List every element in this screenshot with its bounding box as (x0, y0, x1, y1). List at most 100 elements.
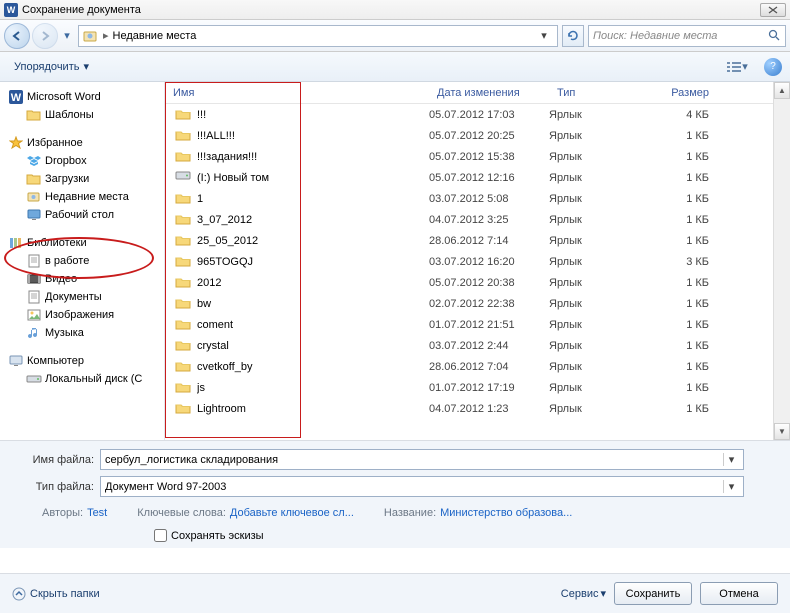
music-icon (26, 326, 42, 340)
col-size[interactable]: Размер (639, 87, 721, 99)
sidebar-favorites[interactable]: Избранное (2, 134, 162, 152)
file-row[interactable]: 201205.07.2012 20:38Ярлык1 КБ (165, 272, 773, 293)
file-row[interactable]: 3_07_201204.07.2012 3:25Ярлык1 КБ (165, 209, 773, 230)
col-date[interactable]: Дата изменения (429, 87, 549, 99)
sidebar-music[interactable]: Музыка (2, 324, 162, 342)
file-row[interactable]: cvetkoff_by28.06.2012 7:04Ярлык1 КБ (165, 356, 773, 377)
file-row[interactable]: Lightroom04.07.2012 1:23Ярлык1 КБ (165, 398, 773, 419)
doc-icon (26, 254, 42, 268)
video-icon (26, 272, 42, 286)
sidebar-inwork[interactable]: в работе (2, 252, 162, 270)
scroll-up[interactable]: ▲ (774, 82, 790, 99)
keywords-label: Ключевые слова: (137, 507, 226, 519)
file-row[interactable]: coment01.07.2012 21:51Ярлык1 КБ (165, 314, 773, 335)
file-row[interactable]: !!!05.07.2012 17:03Ярлык4 КБ (165, 104, 773, 125)
filename-label: Имя файла: (14, 454, 100, 466)
file-row[interactable]: !!!задания!!!05.07.2012 15:38Ярлык1 КБ (165, 146, 773, 167)
title-value[interactable]: Министерство образова... (440, 507, 572, 519)
sidebar-desktop[interactable]: Рабочий стол (2, 206, 162, 224)
scroll-down[interactable]: ▼ (774, 423, 790, 440)
history-dropdown[interactable]: ▾ (60, 23, 74, 49)
file-name: bw (197, 298, 429, 310)
help-button[interactable]: ? (764, 58, 782, 76)
forward-button[interactable] (32, 23, 58, 49)
sidebar-documents[interactable]: Документы (2, 288, 162, 306)
file-row[interactable]: !!!ALL!!!05.07.2012 20:25Ярлык1 КБ (165, 125, 773, 146)
filename-input[interactable]: сербул_логистика складирования ▾ (100, 449, 744, 470)
sidebar-downloads[interactable]: Загрузки (2, 170, 162, 188)
sidebar-word[interactable]: WMicrosoft Word (2, 88, 162, 106)
folder-icon (175, 359, 193, 375)
sidebar-computer[interactable]: Компьютер (2, 352, 162, 370)
file-row[interactable]: bw02.07.2012 22:38Ярлык1 КБ (165, 293, 773, 314)
sidebar-images[interactable]: Изображения (2, 306, 162, 324)
file-name: 1 (197, 193, 429, 205)
libraries-icon (8, 236, 24, 250)
sidebar-libraries[interactable]: Библиотеки (2, 234, 162, 252)
sidebar-dropbox[interactable]: Dropbox (2, 152, 162, 170)
file-size: 1 КБ (639, 130, 721, 142)
folder-icon (175, 338, 193, 354)
sidebar-video[interactable]: Видео (2, 270, 162, 288)
tools-menu[interactable]: Сервис ▾ (561, 587, 606, 600)
save-button[interactable]: Сохранить (614, 582, 692, 605)
file-row[interactable]: 965TOGQJ03.07.2012 16:20Ярлык3 КБ (165, 251, 773, 272)
col-type[interactable]: Тип (549, 87, 639, 99)
filetype-input[interactable]: Документ Word 97-2003 ▾ (100, 476, 744, 497)
folder-icon (175, 149, 193, 165)
cancel-button[interactable]: Отмена (700, 582, 778, 605)
file-date: 28.06.2012 7:14 (429, 235, 549, 247)
hide-folders-button[interactable]: Скрыть папки (12, 587, 100, 601)
authors-value[interactable]: Test (87, 507, 107, 519)
filetype-dropdown[interactable]: ▾ (723, 480, 739, 493)
file-date: 04.07.2012 3:25 (429, 214, 549, 226)
organize-button[interactable]: Упорядочить▾ (8, 57, 95, 76)
file-name: crystal (197, 340, 429, 352)
file-date: 28.06.2012 7:04 (429, 361, 549, 373)
title-label: Название: (384, 507, 436, 519)
folder-icon (175, 212, 193, 228)
file-name: js (197, 382, 429, 394)
save-thumbnail-label: Сохранять эскизы (171, 530, 264, 542)
authors-label: Авторы: (42, 507, 83, 519)
file-row[interactable]: (I:) Новый том05.07.2012 12:16Ярлык1 КБ (165, 167, 773, 188)
file-size: 1 КБ (639, 151, 721, 163)
sidebar-templates[interactable]: Шаблоны (2, 106, 162, 124)
file-row[interactable]: 103.07.2012 5:08Ярлык1 КБ (165, 188, 773, 209)
sidebar-recent-places[interactable]: Недавние места (2, 188, 162, 206)
back-button[interactable] (4, 23, 30, 49)
keywords-value[interactable]: Добавьте ключевое сл... (230, 507, 354, 519)
file-date: 03.07.2012 5:08 (429, 193, 549, 205)
file-type: Ярлык (549, 235, 639, 247)
file-name: 3_07_2012 (197, 214, 429, 226)
file-size: 1 КБ (639, 403, 721, 415)
view-mode-button[interactable]: ▾ (720, 58, 754, 76)
filename-dropdown[interactable]: ▾ (723, 453, 739, 466)
save-thumbnail-checkbox[interactable] (154, 529, 167, 542)
file-size: 1 КБ (639, 235, 721, 247)
address-dropdown[interactable]: ▾ (535, 29, 553, 42)
file-type: Ярлык (549, 277, 639, 289)
file-type: Ярлык (549, 382, 639, 394)
file-row[interactable]: crystal03.07.2012 2:44Ярлык1 КБ (165, 335, 773, 356)
column-headers[interactable]: Имя Дата изменения Тип Размер (165, 82, 773, 104)
file-type: Ярлык (549, 130, 639, 142)
col-name[interactable]: Имя (165, 87, 429, 99)
file-date: 05.07.2012 17:03 (429, 109, 549, 121)
list-view-icon (726, 61, 742, 73)
file-list-pane: Имя Дата изменения Тип Размер !!!05.07.2… (165, 82, 790, 440)
nav-bar: ▾ ▸ Недавние места ▾ Поиск: Недавние мес… (0, 20, 790, 52)
search-input[interactable]: Поиск: Недавние места (588, 25, 786, 47)
file-name: 2012 (197, 277, 429, 289)
address-bar[interactable]: ▸ Недавние места ▾ (78, 25, 558, 47)
close-button[interactable] (760, 3, 786, 17)
file-row[interactable]: 25_05_201228.06.2012 7:14Ярлык1 КБ (165, 230, 773, 251)
scrollbar[interactable]: ▲ ▼ (773, 82, 790, 440)
file-date: 05.07.2012 20:38 (429, 277, 549, 289)
folder-icon (26, 108, 42, 122)
sidebar-local-disk[interactable]: Локальный диск (C (2, 370, 162, 388)
refresh-button[interactable] (562, 25, 584, 47)
file-name: !!!ALL!!! (197, 130, 429, 142)
file-row[interactable]: js01.07.2012 17:19Ярлык1 КБ (165, 377, 773, 398)
file-type: Ярлык (549, 403, 639, 415)
